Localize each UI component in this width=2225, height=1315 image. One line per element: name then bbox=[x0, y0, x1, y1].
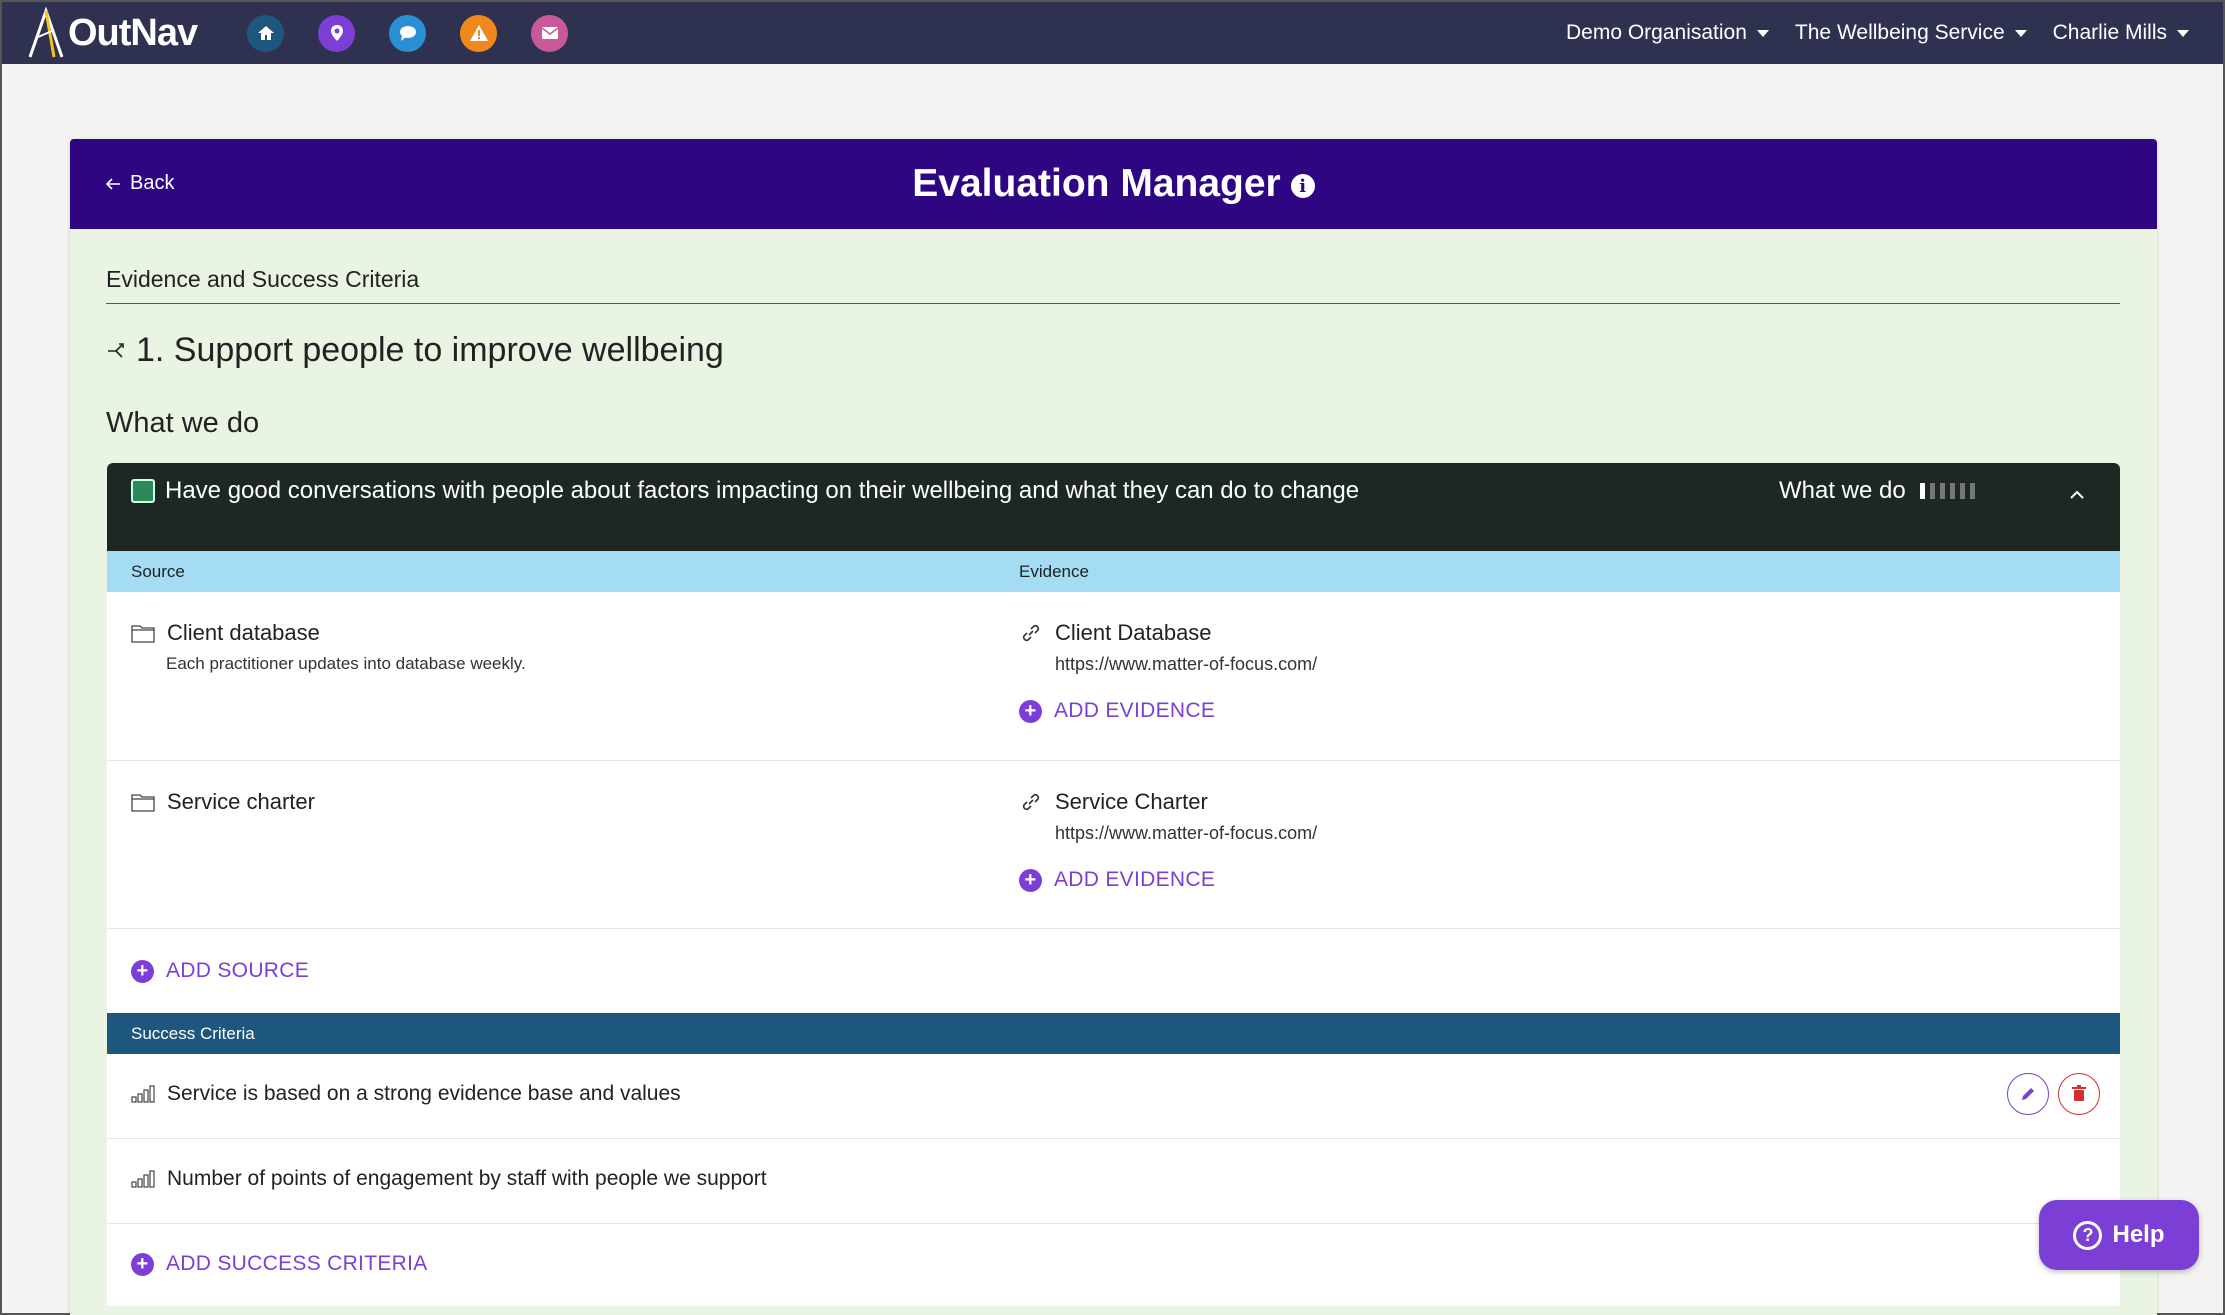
level-indicator bbox=[1919, 483, 1975, 499]
collapse-button[interactable] bbox=[2067, 485, 2087, 505]
top-navbar: OutNav Demo Organisation The Wellbeing S… bbox=[2, 2, 2223, 64]
user-label: Charlie Mills bbox=[2052, 21, 2167, 44]
evidence-url[interactable]: https://www.matter-of-focus.com/ bbox=[1055, 823, 1317, 844]
chevron-up-icon bbox=[2070, 490, 2084, 499]
column-source: Source bbox=[131, 562, 185, 581]
help-button[interactable]: ? Help bbox=[2039, 1200, 2199, 1270]
organisation-dropdown[interactable]: Demo Organisation bbox=[1566, 21, 1769, 45]
bar-chart-icon bbox=[131, 1170, 155, 1188]
activity-text: Have good conversations with people abou… bbox=[165, 477, 1360, 504]
nav-warning-button[interactable] bbox=[460, 14, 498, 52]
source-name-text: Service charter bbox=[167, 789, 315, 814]
plus-icon: + bbox=[131, 959, 154, 983]
info-icon[interactable]: i bbox=[1290, 174, 1315, 198]
badge-label: What we do bbox=[1779, 477, 1906, 504]
add-source-button[interactable]: + ADD SOURCE bbox=[131, 959, 309, 983]
add-evidence-button[interactable]: + ADD EVIDENCE bbox=[1019, 868, 1215, 892]
source-name[interactable]: Client database bbox=[131, 620, 320, 646]
logo-icon bbox=[28, 7, 64, 58]
evidence-name-text: Client Database bbox=[1055, 620, 1212, 645]
outcome-title-text: 1. Support people to improve wellbeing bbox=[136, 331, 724, 369]
chevron-down-icon bbox=[2014, 29, 2027, 37]
page-title-text: Evaluation Manager bbox=[912, 162, 1281, 205]
activity-panel: Have good conversations with people abou… bbox=[107, 463, 2120, 1306]
source-name[interactable]: Service charter bbox=[131, 789, 315, 815]
table-row: Client database Each practitioner update… bbox=[107, 592, 2120, 761]
service-label: The Wellbeing Service bbox=[1794, 21, 2005, 44]
add-source-row: + ADD SOURCE bbox=[107, 929, 2120, 1013]
outcome-title: 1. Support people to improve wellbeing bbox=[106, 331, 724, 370]
divider bbox=[106, 303, 2120, 304]
mail-icon bbox=[541, 27, 559, 39]
service-dropdown[interactable]: The Wellbeing Service bbox=[1795, 21, 2027, 45]
branch-icon bbox=[108, 342, 124, 358]
criteria-text: Service is based on a strong evidence ba… bbox=[131, 1082, 681, 1106]
nav-home-button[interactable] bbox=[247, 14, 285, 52]
plus-icon: + bbox=[131, 1252, 154, 1276]
add-evidence-button[interactable]: + ADD EVIDENCE bbox=[1019, 699, 1215, 723]
question-icon: ? bbox=[2073, 1220, 2103, 1250]
pencil-icon bbox=[2022, 1088, 2034, 1100]
location-pin-icon bbox=[330, 25, 343, 41]
outnav-logo[interactable]: OutNav bbox=[26, 2, 198, 64]
folder-icon bbox=[131, 794, 155, 812]
nav-mail-button[interactable] bbox=[531, 14, 569, 52]
table-row: Service charter Service Charter https://… bbox=[107, 761, 2120, 929]
chat-icon bbox=[399, 26, 416, 41]
list-item: Number of points of engagement by staff … bbox=[107, 1139, 2120, 1224]
add-success-criteria-button[interactable]: + ADD SUCCESS CRITERIA bbox=[131, 1252, 428, 1276]
criteria-text-label: Service is based on a strong evidence ba… bbox=[167, 1082, 681, 1105]
link-icon bbox=[1022, 624, 1040, 642]
user-dropdown[interactable]: Charlie Mills bbox=[2053, 21, 2189, 45]
nav-chat-button[interactable] bbox=[389, 14, 427, 52]
success-criteria-header: Success Criteria bbox=[107, 1013, 2120, 1054]
evaluation-card: Back Evaluation Manager i Evidence and S… bbox=[70, 139, 2157, 1315]
add-evidence-label: ADD EVIDENCE bbox=[1054, 868, 1216, 891]
add-success-criteria-row: + ADD SUCCESS CRITERIA bbox=[107, 1224, 2120, 1304]
add-success-criteria-label: ADD SUCCESS CRITERIA bbox=[166, 1252, 428, 1275]
column-evidence: Evidence bbox=[1019, 562, 1089, 581]
source-name-text: Client database bbox=[167, 620, 320, 645]
chevron-down-icon bbox=[2177, 29, 2189, 37]
help-label: Help bbox=[2112, 1221, 2165, 1248]
link-icon bbox=[1022, 793, 1040, 811]
add-evidence-label: ADD EVIDENCE bbox=[1054, 699, 1216, 722]
list-item: Service is based on a strong evidence ba… bbox=[107, 1054, 2120, 1139]
card-header: Back Evaluation Manager i bbox=[70, 139, 2157, 229]
plus-icon: + bbox=[1019, 868, 1042, 892]
back-label: Back bbox=[130, 172, 175, 194]
back-button[interactable]: Back bbox=[104, 172, 174, 195]
evidence-url[interactable]: https://www.matter-of-focus.com/ bbox=[1055, 654, 1317, 675]
nav-location-button[interactable] bbox=[318, 14, 356, 52]
edit-button[interactable] bbox=[2007, 1073, 2049, 1115]
organisation-label: Demo Organisation bbox=[1566, 21, 1747, 44]
source-table-header: Source Evidence bbox=[107, 551, 2120, 592]
source-description: Each practitioner updates into database … bbox=[166, 654, 526, 673]
folder-icon bbox=[131, 625, 155, 643]
evidence-name[interactable]: Client Database bbox=[1019, 620, 1212, 646]
bar-chart-icon bbox=[131, 1085, 155, 1103]
what-we-do-badge: What we do bbox=[1779, 477, 1975, 505]
delete-button[interactable] bbox=[2058, 1073, 2100, 1115]
arrow-left-icon bbox=[105, 177, 120, 190]
home-icon bbox=[257, 26, 274, 40]
add-source-label: ADD SOURCE bbox=[166, 959, 310, 982]
logo-text: OutNav bbox=[68, 11, 198, 54]
success-criteria-heading: Success Criteria bbox=[131, 1024, 255, 1043]
activity-header[interactable]: Have good conversations with people abou… bbox=[107, 463, 2120, 551]
what-we-do-heading: What we do bbox=[106, 407, 260, 439]
evidence-name[interactable]: Service Charter bbox=[1019, 789, 1208, 815]
page-title: Evaluation Manager i bbox=[912, 162, 1315, 206]
section-label: Evidence and Success Criteria bbox=[106, 266, 420, 292]
chevron-down-icon bbox=[1756, 29, 1769, 37]
warning-icon bbox=[469, 25, 488, 41]
plus-icon: + bbox=[1019, 699, 1042, 723]
evidence-name-text: Service Charter bbox=[1055, 789, 1208, 814]
criteria-text-label: Number of points of engagement by staff … bbox=[167, 1167, 767, 1190]
trash-icon bbox=[2072, 1085, 2086, 1101]
criteria-text: Number of points of engagement by staff … bbox=[131, 1167, 767, 1191]
